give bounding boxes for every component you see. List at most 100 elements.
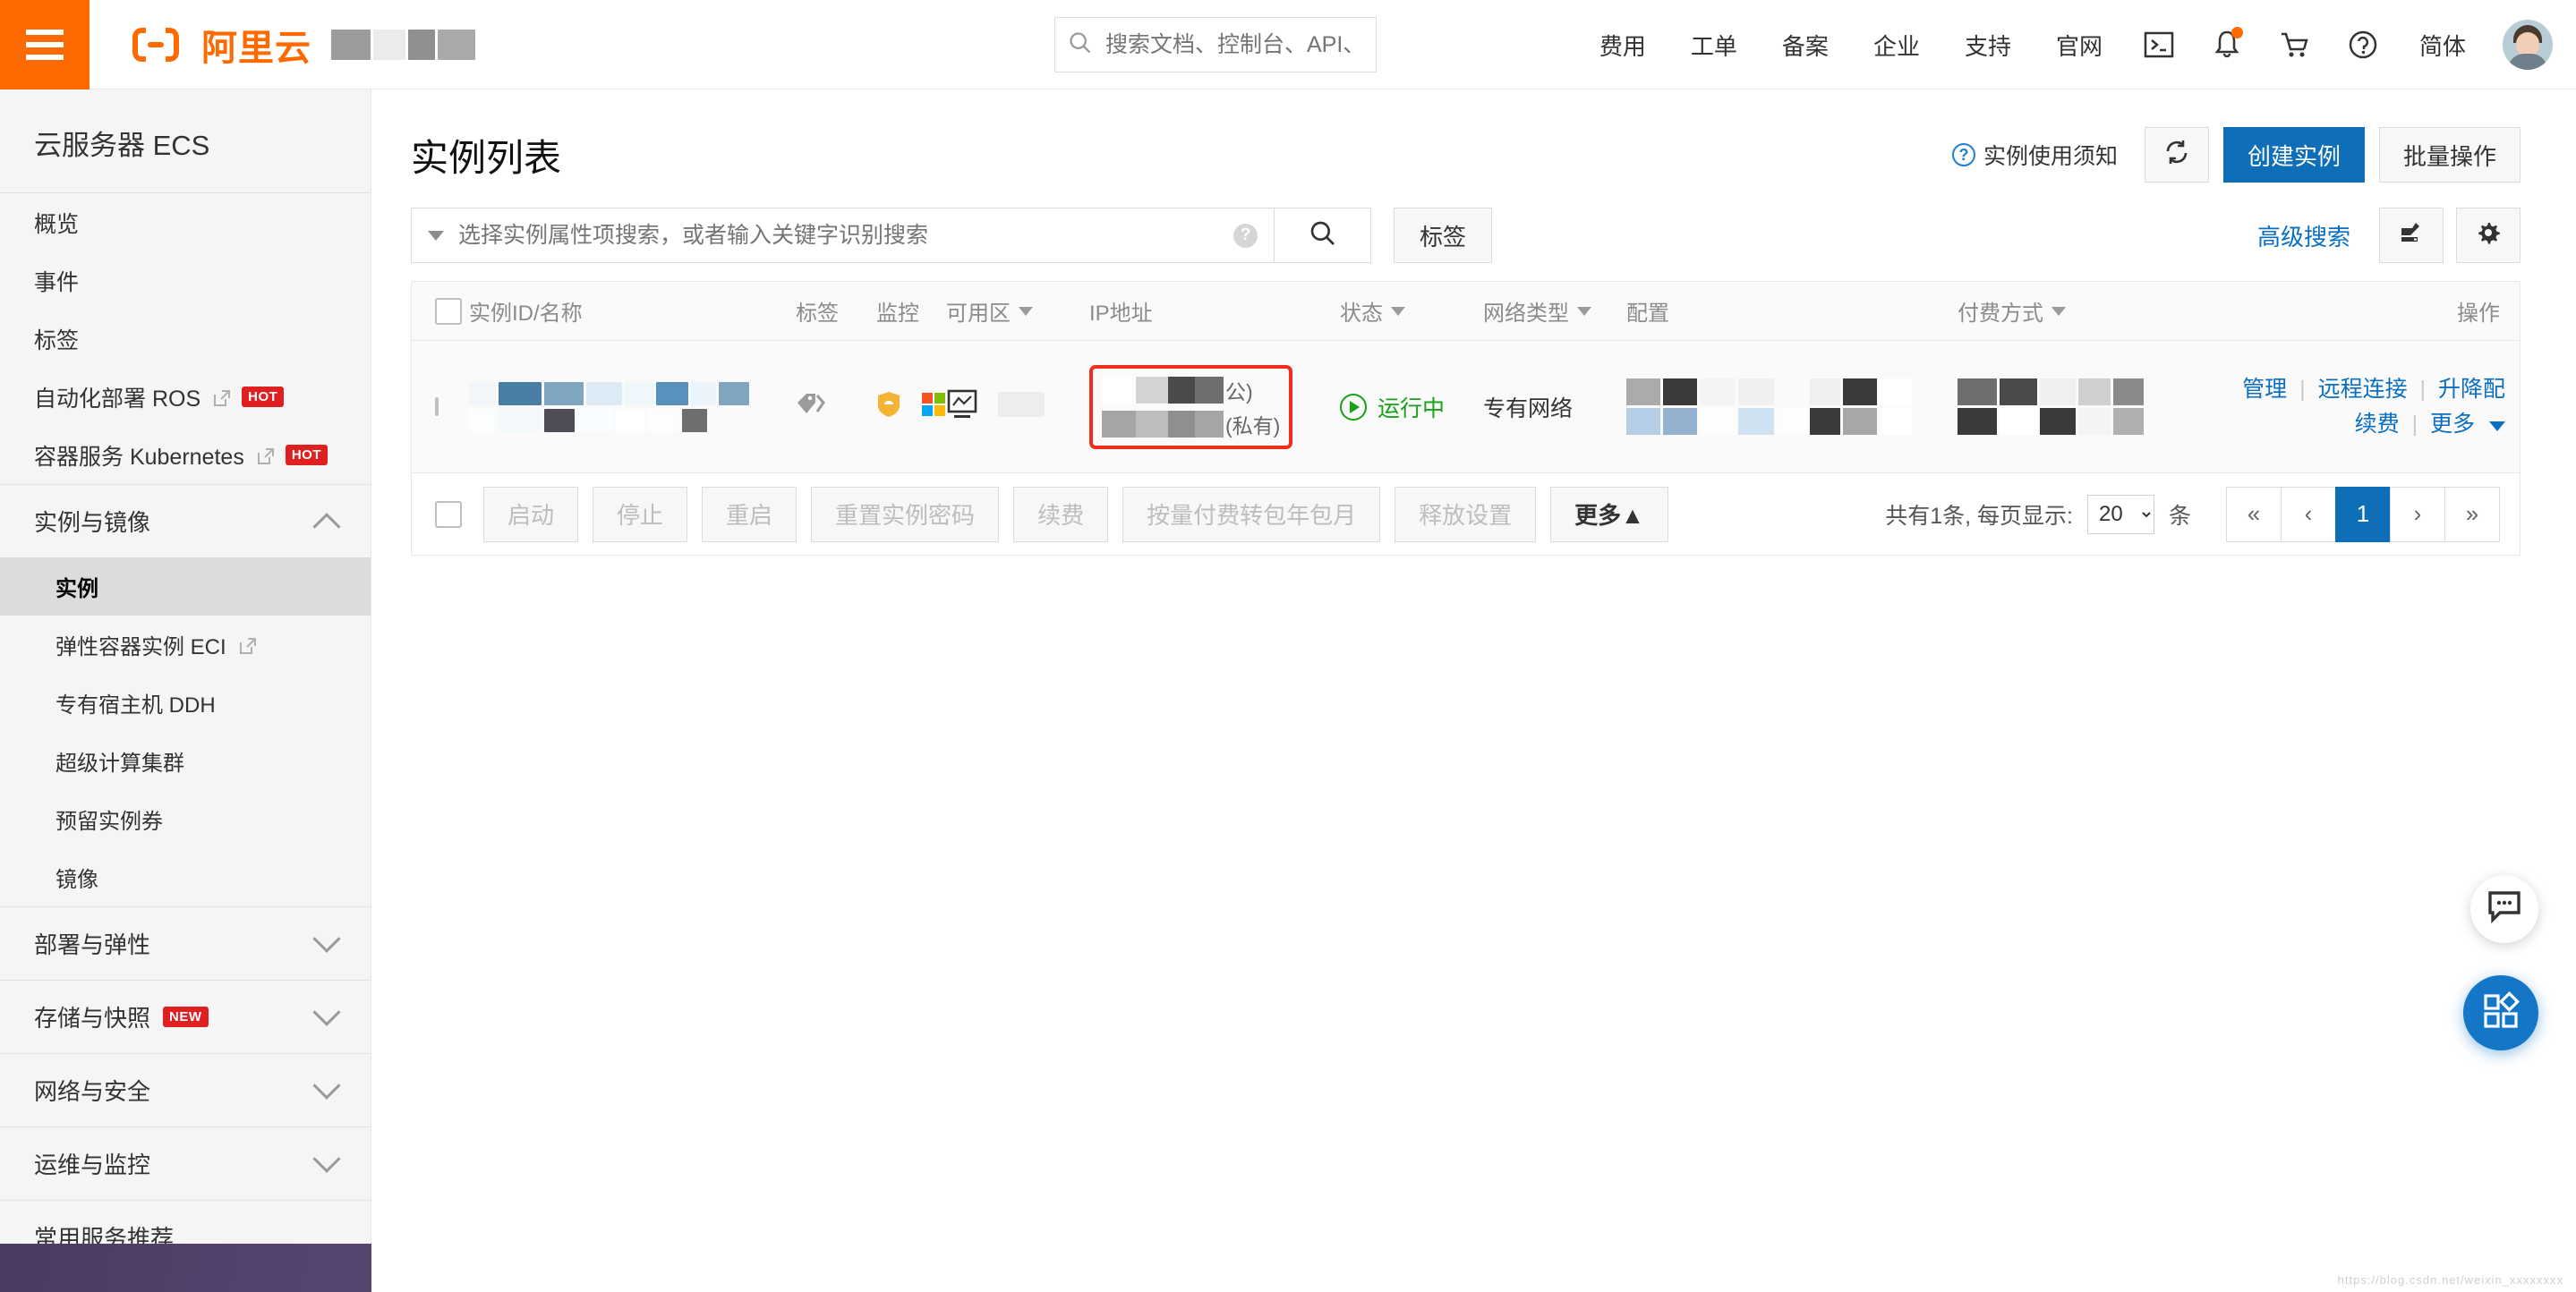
search-button[interactable] [1275,208,1371,263]
action-renew[interactable]: 续费 [2355,412,2400,437]
sidebar-group-instances-images[interactable]: 实例与镜像 [0,484,371,557]
tag-icon[interactable] [796,391,826,422]
page-prev-button[interactable]: ‹ [2281,486,2336,542]
sidebar-item-instances[interactable]: 实例 [0,557,371,616]
page-size-select[interactable]: 201050100 [2086,494,2154,534]
tag-filter-button[interactable]: 标签 [1394,208,1492,263]
footer-select-all-checkbox[interactable] [435,500,462,528]
sidebar-item-recommended-services[interactable]: 常用服务推荐 [0,1200,371,1244]
bell-icon[interactable] [2193,0,2261,89]
nav-item-website[interactable]: 官网 [2034,29,2125,62]
batch-operation-button[interactable]: 批量操作 [2378,127,2521,183]
page-title: 实例列表 [411,136,562,179]
action-remote-connect[interactable]: 远程连接 [2318,377,2408,402]
help-icon[interactable] [2329,0,2397,89]
instance-search-input[interactable] [458,222,1219,249]
language-switcher[interactable]: 简体 [2397,29,2488,62]
caret-down-icon [1577,306,1591,316]
instance-usage-notice-link[interactable]: ? 实例使用须知 [1951,139,2118,171]
global-nav: 费用 工单 备案 企业 支持 官网 简体 [1577,0,2558,89]
main-content: 实例列表 ? 实例使用须知 创建实例 批量操作 选择实例属性项搜索，或者输入关键… [371,89,2576,1292]
apps-grid-icon [2481,990,2521,1035]
sidebar-item-scc[interactable]: 超级计算集群 [0,732,371,790]
create-instance-button[interactable]: 创建实例 [2222,127,2365,183]
sidebar-item-images[interactable]: 镜像 [0,848,371,906]
column-header-network-type[interactable]: 网络类型 [1483,295,1626,327]
export-button[interactable] [2379,208,2444,263]
question-icon[interactable]: ? [1233,223,1258,248]
nav-item-icp[interactable]: 备案 [1760,29,1851,62]
sidebar-group-deployment-elasticity[interactable]: 部署与弹性 [0,906,371,980]
column-settings-button[interactable] [2456,208,2521,263]
watermark: https://blog.csdn.net/weixin_xxxxxxxx [2337,1273,2563,1287]
column-header-instance-id: 实例ID/名称 [469,302,583,326]
row-checkbox[interactable] [435,396,439,416]
sidebar-item-ros[interactable]: 自动化部署 ROS HOT [0,368,371,426]
chat-support-button[interactable] [2470,875,2538,943]
more-actions-button[interactable]: 更多▲ [1550,486,1668,542]
column-header-zone[interactable]: 可用区 [946,295,1089,327]
monitor-chart-icon[interactable] [946,389,978,424]
terminal-icon[interactable] [2125,0,2193,89]
instance-search-box[interactable]: ? [411,208,1275,263]
apps-launcher-button[interactable] [2463,975,2538,1050]
global-search-input[interactable] [1105,31,1363,58]
action-change-config[interactable]: 升降配 [2438,377,2505,402]
batch-operation-label: 批量操作 [2402,142,2496,170]
page-first-button[interactable]: « [2226,486,2282,542]
chat-bubble-icon [2486,890,2522,929]
sidebar-group-network-security[interactable]: 网络与安全 [0,1053,371,1126]
security-shield-icon[interactable] [876,391,901,422]
sidebar-item-reserved-instance[interactable]: 预留实例券 [0,790,371,848]
release-settings-button[interactable]: 释放设置 [1395,486,1537,542]
restart-button[interactable]: 重启 [702,486,798,542]
ip-address-cell-highlighted[interactable]: 公) (私有) [1089,364,1293,449]
pagination-buttons: « ‹ 1 › » [2226,486,2500,542]
page-next-button[interactable]: › [2390,486,2445,542]
sidebar-item-overview[interactable]: 概览 [0,193,371,251]
action-manage[interactable]: 管理 [2242,377,2287,402]
column-header-status[interactable]: 状态 [1340,295,1483,327]
nav-item-support[interactable]: 支持 [1942,29,2034,62]
chevron-down-icon [312,924,341,953]
public-ip-redacted: 公) [1102,375,1280,405]
sidebar-group-storage-snapshot[interactable]: 存储与快照 NEW [0,980,371,1053]
pagination: 共有1条, 每页显示: 201050100 条 « ‹ 1 › » [1885,486,2500,542]
convert-billing-button[interactable]: 按量付费转包年包月 [1122,486,1381,542]
nav-item-fee[interactable]: 费用 [1577,29,1668,62]
refresh-button[interactable] [2144,127,2209,183]
stop-button[interactable]: 停止 [593,486,688,542]
sidebar-group-label: 网络与安全 [34,1078,151,1105]
nav-item-ticket[interactable]: 工单 [1668,29,1760,62]
column-header-payment[interactable]: 付费方式 [1958,295,2172,327]
sidebar-item-eci[interactable]: 弹性容器实例 ECI [0,616,371,674]
caret-down-icon[interactable] [428,230,444,241]
nav-item-enterprise[interactable]: 企业 [1851,29,1942,62]
sidebar-item-ddh[interactable]: 专有宿主机 DDH [0,674,371,732]
zone-redacted [998,392,1045,421]
brand-logo[interactable]: 阿里云 [130,19,475,71]
caret-down-icon[interactable] [2489,421,2505,431]
action-more[interactable]: 更多 [2430,412,2475,437]
instance-id-redacted[interactable] [469,381,796,432]
reset-password-button[interactable]: 重置实例密码 [811,486,1000,542]
hamburger-icon[interactable] [0,0,90,89]
select-all-checkbox[interactable] [435,297,462,325]
sidebar-item-events[interactable]: 事件 [0,251,371,310]
question-icon: ? [1951,143,1975,166]
sidebar-item-tags[interactable]: 标签 [0,310,371,368]
sidebar-item-kubernetes[interactable]: 容器服务 Kubernetes HOT [0,426,371,484]
start-button[interactable]: 启动 [483,486,579,542]
hot-badge: HOT [285,444,328,466]
sidebar-group-ops-monitoring[interactable]: 运维与监控 [0,1126,371,1200]
column-header-config: 配置 [1626,302,1669,326]
cart-icon[interactable] [2261,0,2329,89]
user-avatar[interactable] [2503,20,2553,70]
private-ip-redacted: (私有) [1102,409,1280,439]
page-1-button[interactable]: 1 [2335,486,2391,542]
advanced-search-link[interactable]: 高级搜索 [2257,219,2350,252]
renew-button[interactable]: 续费 [1013,486,1109,542]
global-search[interactable] [1054,17,1377,72]
page-last-button[interactable]: » [2444,486,2500,542]
column-header-monitor: 监控 [876,302,919,326]
